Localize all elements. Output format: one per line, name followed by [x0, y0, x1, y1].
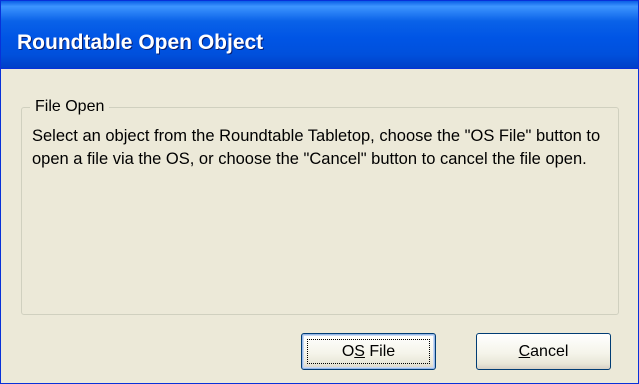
mnemonic-letter: C: [518, 343, 531, 360]
groupbox-legend: File Open: [30, 96, 110, 118]
os-file-button-label: OS File: [342, 334, 395, 369]
cancel-button[interactable]: Cancel: [476, 333, 611, 370]
instruction-text: Select an object from the Roundtable Tab…: [32, 127, 601, 168]
cancel-button-label: Cancel: [519, 334, 569, 369]
label-text-after: File: [364, 343, 396, 360]
label-text-after: ancel: [530, 343, 569, 360]
mnemonic-letter: S: [354, 343, 365, 360]
dialog-body: File Open Select an object from the Roun…: [1, 69, 638, 383]
window-title: Roundtable Open Object: [17, 31, 264, 54]
label-text-before: O: [341, 343, 355, 360]
file-open-groupbox: File Open Select an object from the Roun…: [21, 96, 619, 315]
title-bar[interactable]: Roundtable Open Object: [1, 1, 638, 69]
dialog-window: Roundtable Open Object File Open Select …: [0, 0, 639, 384]
os-file-button[interactable]: OS File: [301, 333, 436, 370]
